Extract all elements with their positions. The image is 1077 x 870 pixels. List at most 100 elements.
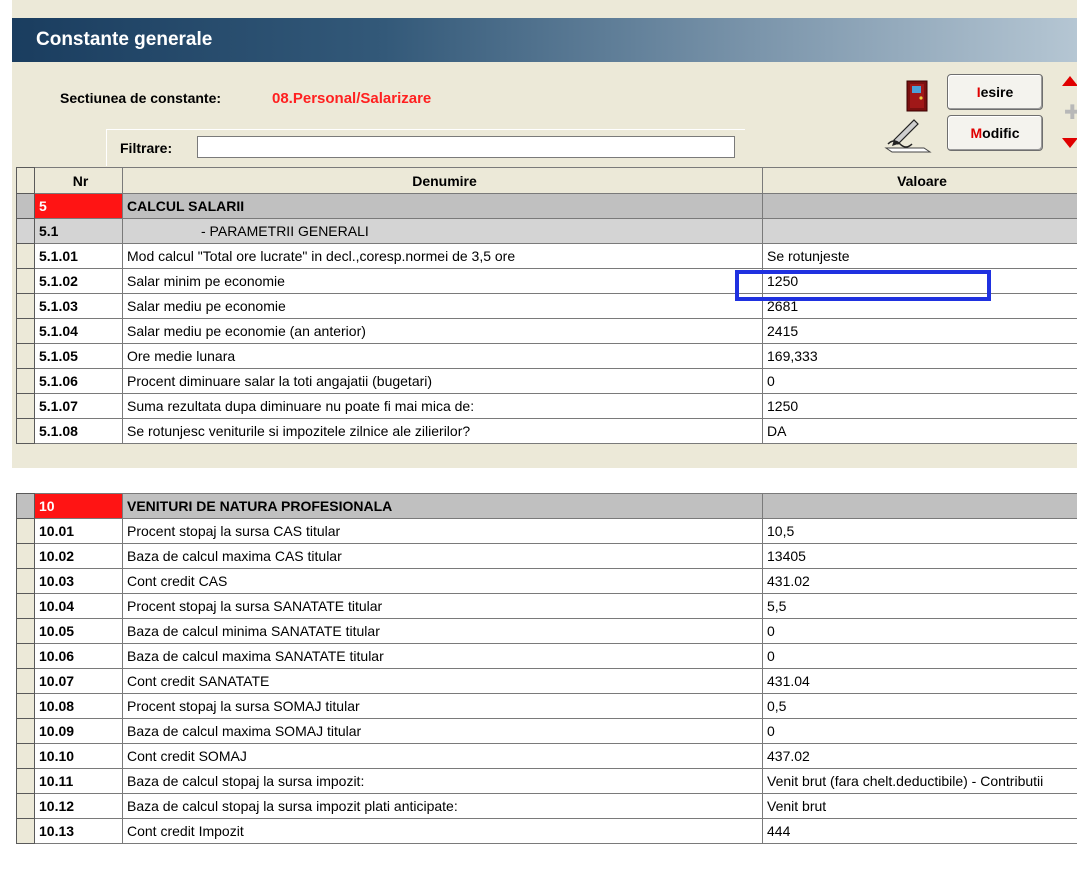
row-selector[interactable]: [16, 768, 35, 794]
table-row[interactable]: 10.10 Cont credit SOMAJ 437.02: [16, 743, 1077, 769]
cell-valoare: [762, 493, 1077, 519]
cell-valoare[interactable]: 431.04: [762, 668, 1077, 694]
cell-valoare[interactable]: 0: [762, 643, 1077, 669]
row-selector[interactable]: [16, 318, 35, 344]
row-selector[interactable]: [16, 418, 35, 444]
row-selector[interactable]: [16, 493, 35, 519]
cell-valoare[interactable]: 0: [762, 718, 1077, 744]
cell-valoare[interactable]: 2415: [762, 318, 1077, 344]
exit-button-label: esire: [980, 84, 1014, 100]
cell-nr: 10.13: [34, 818, 123, 844]
cell-nr: 10.11: [34, 768, 123, 794]
row-selector[interactable]: [16, 693, 35, 719]
filter-input[interactable]: [197, 136, 735, 158]
pen-paper-icon[interactable]: [884, 114, 932, 154]
table-row[interactable]: 5.1.08 Se rotunjesc veniturile si impozi…: [16, 418, 1077, 444]
row-selector[interactable]: [16, 293, 35, 319]
row-selector[interactable]: [16, 643, 35, 669]
cell-valoare[interactable]: Venit brut: [762, 793, 1077, 819]
column-header-valoare[interactable]: Valoare: [762, 167, 1077, 194]
table-row[interactable]: 10.11 Baza de calcul stopaj la sursa imp…: [16, 768, 1077, 794]
table-row[interactable]: 10.04 Procent stopaj la sursa SANATATE t…: [16, 593, 1077, 619]
group-row[interactable]: 10 VENITURI DE NATURA PROFESIONALA: [16, 493, 1077, 519]
section-value[interactable]: 08.Personal/Salarizare: [272, 90, 431, 107]
cell-denumire: Cont credit SANATATE: [122, 668, 763, 694]
cell-valoare[interactable]: 10,5: [762, 518, 1077, 544]
table-header-row: Nr Denumire Valoare: [16, 167, 1077, 194]
group-row[interactable]: 5 CALCUL SALARII: [16, 193, 1077, 219]
row-selector[interactable]: [16, 343, 35, 369]
cell-valoare[interactable]: 13405: [762, 543, 1077, 569]
table-row[interactable]: 5.1.04 Salar mediu pe economie (an anter…: [16, 318, 1077, 344]
row-selector[interactable]: [16, 518, 35, 544]
row-selector[interactable]: [16, 718, 35, 744]
row-selector[interactable]: [16, 668, 35, 694]
row-selector[interactable]: [16, 368, 35, 394]
cell-nr: 5.1.07: [34, 393, 123, 419]
cell-valoare[interactable]: DA: [762, 418, 1077, 444]
row-selector[interactable]: [16, 193, 35, 219]
cell-valoare[interactable]: 444: [762, 818, 1077, 844]
cell-denumire: Salar mediu pe economie: [122, 293, 763, 319]
cell-denumire: Procent diminuare salar la toti angajati…: [122, 368, 763, 394]
cell-valoare[interactable]: Venit brut (fara chelt.deductibile) - Co…: [762, 768, 1077, 794]
row-selector[interactable]: [16, 393, 35, 419]
cell-denumire: - PARAMETRII GENERALI: [122, 218, 763, 244]
table-row[interactable]: 10.01 Procent stopaj la sursa CAS titula…: [16, 518, 1077, 544]
row-selector[interactable]: [16, 243, 35, 269]
table-row[interactable]: 10.07 Cont credit SANATATE 431.04: [16, 668, 1077, 694]
cell-valoare[interactable]: 437.02: [762, 743, 1077, 769]
cell-nr: 10.07: [34, 668, 123, 694]
table-row[interactable]: 5.1.07 Suma rezultata dupa diminuare nu …: [16, 393, 1077, 419]
table-row[interactable]: 5.1.05 Ore medie lunara 169,333: [16, 343, 1077, 369]
table-row[interactable]: 10.06 Baza de calcul maxima SANATATE tit…: [16, 643, 1077, 669]
row-selector[interactable]: [16, 268, 35, 294]
table-row[interactable]: 10.09 Baza de calcul maxima SOMAJ titula…: [16, 718, 1077, 744]
cell-nr: 10.04: [34, 593, 123, 619]
cell-nr: 5.1.06: [34, 368, 123, 394]
table-row[interactable]: 10.13 Cont credit Impozit 444: [16, 818, 1077, 844]
cell-valoare[interactable]: 169,333: [762, 343, 1077, 369]
subgroup-title: - PARAMETRII GENERALI: [201, 223, 369, 239]
table-row[interactable]: 10.12 Baza de calcul stopaj la sursa imp…: [16, 793, 1077, 819]
cell-valoare[interactable]: Se rotunjeste: [762, 243, 1077, 269]
row-selector[interactable]: [16, 593, 35, 619]
cell-denumire: Cont credit SOMAJ: [122, 743, 763, 769]
arrow-up-icon[interactable]: [1062, 76, 1077, 86]
arrow-down-icon[interactable]: [1062, 138, 1077, 148]
cell-nr: 5.1.03: [34, 293, 123, 319]
cell-valoare[interactable]: 1250: [762, 393, 1077, 419]
column-header-nr[interactable]: Nr: [34, 167, 123, 194]
cell-denumire: Procent stopaj la sursa SOMAJ titular: [122, 693, 763, 719]
table-row[interactable]: 10.08 Procent stopaj la sursa SOMAJ titu…: [16, 693, 1077, 719]
cell-valoare[interactable]: 0: [762, 368, 1077, 394]
row-selector[interactable]: [16, 218, 35, 244]
row-selector[interactable]: [16, 568, 35, 594]
row-selector[interactable]: [16, 818, 35, 844]
table-row[interactable]: 10.03 Cont credit CAS 431.02: [16, 568, 1077, 594]
subgroup-row[interactable]: 5.1 - PARAMETRII GENERALI: [16, 218, 1077, 244]
modify-button[interactable]: Modific: [947, 115, 1043, 151]
row-selector[interactable]: [16, 743, 35, 769]
column-header-denumire[interactable]: Denumire: [122, 167, 763, 194]
cell-valoare[interactable]: 5,5: [762, 593, 1077, 619]
table-row[interactable]: 10.02 Baza de calcul maxima CAS titular …: [16, 543, 1077, 569]
cell-valoare[interactable]: 0: [762, 618, 1077, 644]
door-icon[interactable]: [906, 80, 928, 112]
exit-button[interactable]: Iesire: [947, 74, 1043, 110]
plus-icon[interactable]: ✚: [1064, 100, 1077, 125]
row-selector[interactable]: [16, 618, 35, 644]
title-bar: Constante generale: [12, 18, 1077, 62]
cell-nr: 5: [34, 193, 123, 219]
table-row[interactable]: 5.1.01 Mod calcul "Total ore lucrate" in…: [16, 243, 1077, 269]
cell-valoare[interactable]: 0,5: [762, 693, 1077, 719]
row-selector[interactable]: [16, 793, 35, 819]
table-row[interactable]: 5.1.06 Procent diminuare salar la toti a…: [16, 368, 1077, 394]
table-row[interactable]: 10.05 Baza de calcul minima SANATATE tit…: [16, 618, 1077, 644]
row-selector[interactable]: [16, 543, 35, 569]
row-selector-header[interactable]: [16, 167, 35, 194]
cell-valoare[interactable]: 431.02: [762, 568, 1077, 594]
cell-nr: 5.1.04: [34, 318, 123, 344]
modify-button-hotkey: M: [970, 125, 983, 141]
cell-denumire: Baza de calcul stopaj la sursa impozit:: [122, 768, 763, 794]
